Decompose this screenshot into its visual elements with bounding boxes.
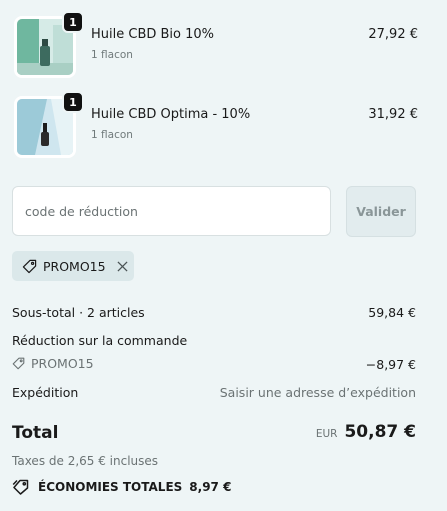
subtotal-label: Sous-total · 2 articles [12, 305, 145, 320]
applied-code-label: PROMO15 [43, 258, 106, 274]
product-name: Huile CBD Bio 10% [91, 27, 215, 42]
total-currency: EUR [315, 428, 338, 440]
product-variant: 1 flacon [91, 49, 133, 61]
tag-icon [22, 259, 37, 274]
tag-icon [12, 357, 31, 370]
total-value: EUR 50,87 € [316, 422, 416, 442]
applied-discount-tag: PROMO15 [12, 251, 134, 281]
subtotal-value: 59,84 € [368, 305, 416, 320]
total-amount: 50,87 € [344, 422, 416, 442]
shipping-value: Saisir une adresse d’expédition [219, 385, 416, 400]
savings-value: 8,97 € [189, 480, 232, 494]
product-thumbnail: 1 [12, 11, 84, 78]
product-price: 31,92 € [368, 107, 418, 122]
total-label: Total [12, 423, 59, 443]
quantity-badge: 1 [62, 91, 84, 113]
product-variant: 1 flacon [91, 129, 133, 141]
line-item: 1 Huile CBD Bio 10% 1 flacon 27,92 € [12, 11, 418, 78]
product-price: 27,92 € [368, 27, 418, 42]
remove-discount-icon[interactable] [116, 259, 130, 273]
order-discount-label: Réduction sur la commande [12, 333, 188, 348]
quantity-badge: 1 [62, 11, 84, 33]
product-thumbnail: 1 [12, 91, 84, 158]
savings-label: ÉCONOMIES TOTALES [38, 480, 183, 494]
tag-icon [12, 479, 38, 495]
taxes-note: Taxes de 2,65 € incluses [12, 454, 159, 468]
shipping-label: Expédition [12, 385, 79, 400]
order-discount-code-label: PROMO15 [31, 356, 94, 371]
product-name: Huile CBD Optima - 10% [91, 107, 251, 122]
order-discount-code: PROMO15 [12, 356, 94, 371]
discount-code-input[interactable] [12, 186, 331, 236]
order-discount-value: −8,97 € [365, 357, 416, 372]
line-item: 1 Huile CBD Optima - 10% 1 flacon 31,92 … [12, 91, 418, 158]
apply-discount-button[interactable]: Valider [346, 186, 416, 237]
total-savings: ÉCONOMIES TOTALES 8,97 € [12, 479, 231, 495]
